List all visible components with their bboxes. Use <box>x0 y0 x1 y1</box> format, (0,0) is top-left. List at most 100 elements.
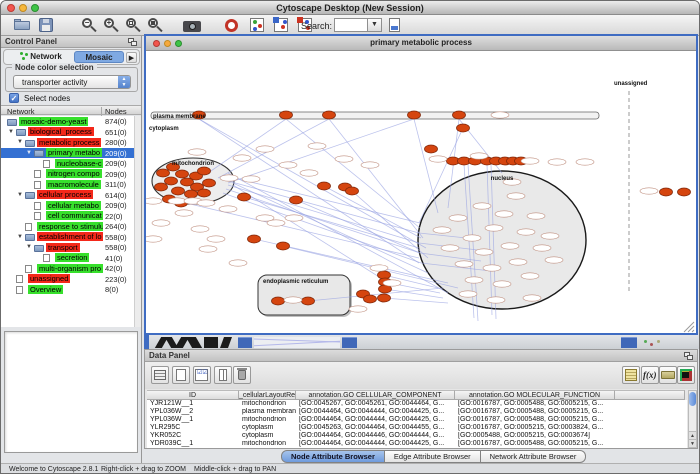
zoom-fit-button[interactable] <box>145 17 165 34</box>
tree-node-label[interactable]: cellular metabo <box>46 201 101 210</box>
resize-grip-icon[interactable] <box>692 330 694 332</box>
network-node[interactable] <box>425 145 438 153</box>
table-cell[interactable] <box>615 408 685 416</box>
network-node[interactable] <box>302 297 315 305</box>
table-cell[interactable] <box>615 440 685 448</box>
network-overview-button[interactable] <box>249 17 269 34</box>
network-edge[interactable] <box>233 183 428 273</box>
column-header[interactable]: annotation.GO CELLULAR_COMPONENT <box>296 390 455 400</box>
table-cell[interactable]: YPL036W__2 <box>147 408 239 416</box>
tree-row[interactable]: Overview8(0) <box>1 284 141 295</box>
network-node[interactable] <box>203 179 216 187</box>
open-session-button[interactable] <box>13 17 33 34</box>
table-row[interactable]: YJR121W__1mitochondrion[GO:0045267, GO:0… <box>147 400 687 408</box>
tree-row[interactable]: nitrogen compo209(0) <box>1 169 141 180</box>
network-node[interactable] <box>238 193 251 201</box>
tab-network[interactable]: Network <box>10 51 72 63</box>
network-node[interactable] <box>457 124 470 132</box>
tree-row[interactable]: ▼cellular process614(0) <box>1 190 141 201</box>
tree-node-label[interactable]: macromolecule <box>46 180 101 189</box>
table-cell[interactable]: [GO:0016787, GO:0005488, GO:0005215, G..… <box>455 400 615 408</box>
help-lifebuoy-button[interactable] <box>223 17 243 34</box>
scroll-down-arrow[interactable]: ▼ <box>689 439 696 447</box>
network-node[interactable] <box>408 111 421 119</box>
float-panel-icon[interactable] <box>684 352 693 360</box>
import-attributes-button[interactable] <box>659 366 677 384</box>
tree-row[interactable]: ▼metabolic process280(0) <box>1 137 141 148</box>
table-row[interactable]: YPL036W__1mitochondrion[GO:0044464, GO:0… <box>147 416 687 424</box>
tree-node-label[interactable]: nitrogen compo <box>46 169 102 178</box>
table-cell[interactable]: mitochondrion <box>239 416 296 424</box>
network-node[interactable] <box>453 111 466 119</box>
tree-node-label[interactable]: primary metabo <box>46 148 102 157</box>
network-frame-titlebar[interactable]: primary metabolic process <box>146 36 696 51</box>
node-color-combobox[interactable]: transporter activity ▲▼ <box>13 75 131 89</box>
tree-node-label[interactable]: metabolic process <box>37 138 101 147</box>
attribute-table-button[interactable] <box>151 366 169 384</box>
tree-node-label[interactable]: unassigned <box>28 274 70 283</box>
network-node[interactable] <box>378 294 391 302</box>
zoom-out-button[interactable]: − <box>79 17 99 34</box>
network-node[interactable] <box>176 170 189 178</box>
column-header[interactable] <box>615 390 685 400</box>
table-cell[interactable]: [GO:0016787, GO:0005488, GO:0005215, G..… <box>455 408 615 416</box>
tab-mosaic[interactable]: Mosaic <box>74 51 124 63</box>
tree-row[interactable]: ▼biological_process651(0) <box>1 127 141 138</box>
table-cell[interactable]: YDR039C__1 <box>147 440 239 448</box>
network-node[interactable] <box>277 242 290 250</box>
tree-node-label[interactable]: establishment of lo <box>37 232 103 241</box>
scrollbar-thumb[interactable] <box>689 392 696 406</box>
network-edge[interactable] <box>385 289 443 298</box>
tab-network-attribute-browser[interactable]: Network Attribute Browser <box>481 450 587 463</box>
table-row[interactable]: YKR052Ccytoplasm[GO:0044464, GO:0044446,… <box>147 432 687 440</box>
table-cell[interactable]: cytoplasm <box>239 424 296 432</box>
network-node[interactable] <box>248 235 261 243</box>
tree-row[interactable]: ▼primary metabo209(0) <box>1 148 141 159</box>
create-attribute-button[interactable] <box>172 366 190 384</box>
tree-row[interactable]: multi-organism pro42(0) <box>1 263 141 274</box>
network-node[interactable] <box>172 187 185 195</box>
expand-arrow-icon[interactable]: ▼ <box>17 139 23 145</box>
network-node[interactable] <box>660 188 673 196</box>
zoom-selected-region-button[interactable] <box>123 17 143 34</box>
float-panel-icon[interactable] <box>128 38 137 46</box>
network-node[interactable] <box>318 182 331 190</box>
tree-header-nodes[interactable]: Nodes <box>101 107 127 116</box>
network-node[interactable] <box>323 111 336 119</box>
column-header[interactable]: annotation.GO MOLECULAR_FUNCTION <box>455 390 615 400</box>
tree-node-label[interactable]: mosaic-demo-yeast <box>19 117 88 126</box>
zoom-in-button[interactable]: + <box>101 17 121 34</box>
expand-arrow-icon[interactable]: ▼ <box>17 192 23 198</box>
tree-node-label[interactable]: response to stimulu <box>37 222 103 231</box>
delete-attribute-button[interactable] <box>233 366 251 384</box>
tree-row[interactable]: secretion41(0) <box>1 253 141 264</box>
table-row[interactable]: YLR295Ccytoplasm[GO:0045263, GO:0044464,… <box>147 424 687 432</box>
network-edge[interactable] <box>414 119 438 213</box>
table-cell[interactable]: [GO:0044464, GO:0044444, GO:0044425, G..… <box>296 408 455 416</box>
table-cell[interactable]: [GO:0044464, GO:0044444, GO:0044425, G..… <box>296 440 455 448</box>
column-header[interactable]: ID <box>147 390 239 400</box>
network-canvas[interactable]: plasma membranecytoplasmunassignedmitoch… <box>146 51 696 334</box>
function-builder-button[interactable]: f(x) <box>641 366 659 384</box>
table-cell[interactable]: mitochondrion <box>239 400 296 408</box>
birdseye-view-panel[interactable] <box>4 331 138 453</box>
network-node[interactable] <box>165 177 178 185</box>
tree-node-label[interactable]: Overview <box>28 285 63 294</box>
tree-row[interactable]: nucleobase-c209(0) <box>1 158 141 169</box>
table-cell[interactable]: [GO:0016787, GO:0005488, GO:0005215, G..… <box>455 440 615 448</box>
table-cell[interactable]: cytoplasm <box>239 432 296 440</box>
tree-node-label[interactable]: cellular process <box>37 190 93 199</box>
column-layout-button[interactable] <box>214 366 232 384</box>
table-cell[interactable]: YKR052C <box>147 432 239 440</box>
select-attributes-button[interactable]: ☑☑ <box>193 366 211 384</box>
network-node[interactable] <box>678 188 691 196</box>
network-edge[interactable] <box>208 119 286 173</box>
table-cell[interactable]: [GO:0044464, GO:0044446, GO:0044444, G..… <box>296 432 455 440</box>
table-cell[interactable]: YPL036W__1 <box>147 416 239 424</box>
search-options-button[interactable] <box>385 17 405 34</box>
tab-edge-attribute-browser[interactable]: Edge Attribute Browser <box>385 450 481 463</box>
table-cell[interactable]: mitochondrion <box>239 440 296 448</box>
tree-row[interactable]: cell communicat22(0) <box>1 211 141 222</box>
attribute-notes-button[interactable] <box>622 366 640 384</box>
expand-arrow-icon[interactable]: ▼ <box>8 129 14 135</box>
